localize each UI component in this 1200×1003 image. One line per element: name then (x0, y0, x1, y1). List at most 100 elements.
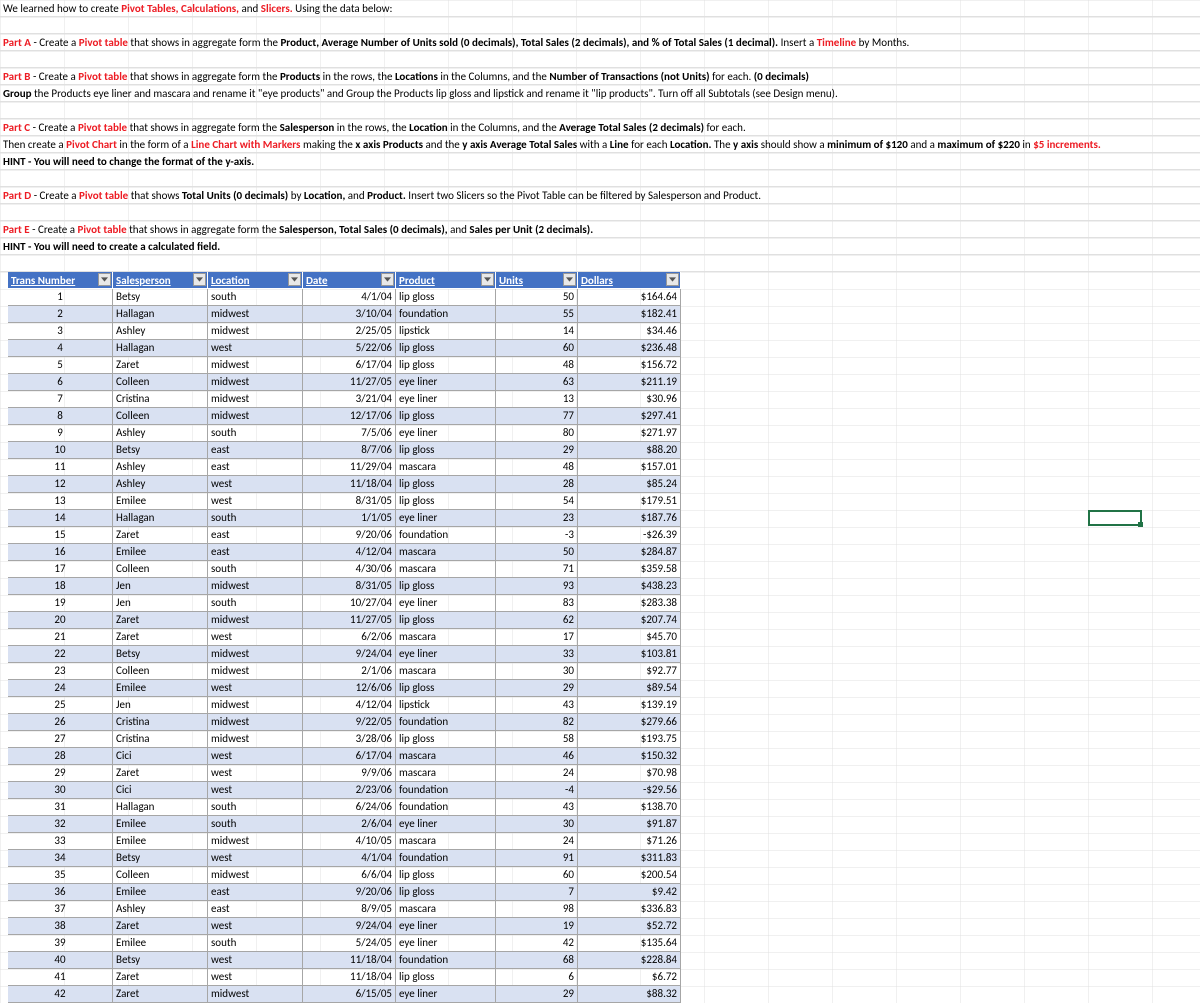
column-header-date[interactable]: Date (303, 272, 396, 289)
cell[interactable]: Colleen (113, 867, 208, 884)
cell[interactable]: 4/10/05 (303, 833, 396, 850)
cell[interactable]: south (208, 799, 303, 816)
cell[interactable]: 19 (496, 918, 578, 935)
cell[interactable]: east (208, 459, 303, 476)
cell[interactable]: $157.01 (578, 459, 681, 476)
cell[interactable]: 8/31/05 (303, 578, 396, 595)
cell[interactable]: 29 (496, 986, 578, 1003)
cell[interactable]: foundation (396, 799, 496, 816)
cell[interactable]: 98 (496, 901, 578, 918)
cell[interactable]: $6.72 (578, 969, 681, 986)
cell[interactable]: 21 (8, 629, 113, 646)
cell[interactable]: $34.46 (578, 323, 681, 340)
cell[interactable]: $89.54 (578, 680, 681, 697)
cell[interactable]: 6 (8, 374, 113, 391)
cell[interactable]: $187.76 (578, 510, 681, 527)
cell[interactable]: 17 (496, 629, 578, 646)
cell[interactable]: $279.66 (578, 714, 681, 731)
cell[interactable]: 4/12/04 (303, 697, 396, 714)
cell[interactable]: Cristina (113, 391, 208, 408)
cell[interactable]: Zaret (113, 527, 208, 544)
cell[interactable]: 4 (8, 340, 113, 357)
cell[interactable]: Zaret (113, 765, 208, 782)
cell[interactable]: eye liner (396, 374, 496, 391)
table-row[interactable]: 31Hallagansouth6/24/06foundation43$138.7… (8, 799, 681, 816)
cell[interactable]: eye liner (396, 918, 496, 935)
table-row[interactable]: 9Ashleysouth7/5/06eye liner80$271.97 (8, 425, 681, 442)
cell[interactable]: mascara (396, 765, 496, 782)
cell[interactable]: mascara (396, 663, 496, 680)
cell[interactable]: 93 (496, 578, 578, 595)
cell[interactable]: midwest (208, 578, 303, 595)
cell[interactable]: eye liner (396, 425, 496, 442)
cell[interactable]: lip gloss (396, 357, 496, 374)
cell[interactable]: $228.84 (578, 952, 681, 969)
cell[interactable]: 77 (496, 408, 578, 425)
cell[interactable]: $138.70 (578, 799, 681, 816)
cell[interactable]: Ashley (113, 425, 208, 442)
cell[interactable]: 13 (496, 391, 578, 408)
cell[interactable]: 48 (496, 357, 578, 374)
table-row[interactable]: 27Cristinamidwest3/28/06lip gloss58$193.… (8, 731, 681, 748)
cell[interactable]: 7 (8, 391, 113, 408)
cell[interactable]: Emilee (113, 935, 208, 952)
cell[interactable]: $139.19 (578, 697, 681, 714)
table-row[interactable]: 26Cristinamidwest9/22/05foundation82$279… (8, 714, 681, 731)
cell[interactable]: 60 (496, 340, 578, 357)
cell[interactable]: lip gloss (396, 578, 496, 595)
table-row[interactable]: 41Zaretwest11/18/04lip gloss6$6.72 (8, 969, 681, 986)
cell[interactable]: lip gloss (396, 493, 496, 510)
cell[interactable]: $91.87 (578, 816, 681, 833)
table-row[interactable]: 1Betsysouth4/1/04lip gloss50$164.64 (8, 289, 681, 306)
cell[interactable]: 1 (8, 289, 113, 306)
cell[interactable]: south (208, 935, 303, 952)
cell[interactable]: 41 (8, 969, 113, 986)
cell[interactable]: 42 (496, 935, 578, 952)
cell[interactable]: south (208, 816, 303, 833)
cell[interactable]: east (208, 527, 303, 544)
table-row[interactable]: 3Ashleymidwest2/25/05lipstick14$34.46 (8, 323, 681, 340)
cell[interactable]: $150.32 (578, 748, 681, 765)
cell[interactable]: 43 (496, 799, 578, 816)
cell[interactable]: 14 (496, 323, 578, 340)
cell[interactable]: 2/6/04 (303, 816, 396, 833)
cell[interactable]: Zaret (113, 918, 208, 935)
cell[interactable]: 11/18/04 (303, 952, 396, 969)
cell[interactable]: 83 (496, 595, 578, 612)
table-row[interactable]: 29Zaretwest9/9/06mascara24$70.98 (8, 765, 681, 782)
cell[interactable]: midwest (208, 357, 303, 374)
table-row[interactable]: 30Ciciwest2/23/06foundation-4-$29.56 (8, 782, 681, 799)
cell[interactable]: 9 (8, 425, 113, 442)
cell[interactable]: 54 (496, 493, 578, 510)
cell[interactable]: midwest (208, 612, 303, 629)
cell[interactable]: foundation (396, 306, 496, 323)
cell[interactable]: Ashley (113, 476, 208, 493)
cell[interactable]: Hallagan (113, 510, 208, 527)
cell[interactable]: Ashley (113, 901, 208, 918)
cell[interactable]: Colleen (113, 374, 208, 391)
table-row[interactable]: 4Hallaganwest5/22/06lip gloss60$236.48 (8, 340, 681, 357)
cell[interactable]: 36 (8, 884, 113, 901)
cell[interactable]: west (208, 918, 303, 935)
cell[interactable]: $164.64 (578, 289, 681, 306)
cell[interactable]: lipstick (396, 323, 496, 340)
cell[interactable]: 6/15/05 (303, 986, 396, 1003)
table-row[interactable]: 12Ashleywest11/18/04lip gloss28$85.24 (8, 476, 681, 493)
cell[interactable]: lip gloss (396, 476, 496, 493)
cell[interactable]: 3/21/04 (303, 391, 396, 408)
table-row[interactable]: 25Jenmidwest4/12/04lipstick43$139.19 (8, 697, 681, 714)
cell[interactable]: mascara (396, 901, 496, 918)
filter-dropdown-icon[interactable] (98, 273, 111, 286)
table-row[interactable]: 19Jensouth10/27/04eye liner83$283.38 (8, 595, 681, 612)
cell[interactable]: 5 (8, 357, 113, 374)
cell[interactable]: foundation (396, 952, 496, 969)
cell[interactable]: 58 (496, 731, 578, 748)
cell[interactable]: 25 (8, 697, 113, 714)
cell[interactable]: midwest (208, 833, 303, 850)
cell[interactable]: eye liner (396, 816, 496, 833)
cell[interactable]: 37 (8, 901, 113, 918)
spreadsheet[interactable]: We learned how to create Pivot Tables, C… (0, 0, 1200, 1003)
cell[interactable]: foundation (396, 527, 496, 544)
cell[interactable]: 28 (496, 476, 578, 493)
cell[interactable]: east (208, 544, 303, 561)
